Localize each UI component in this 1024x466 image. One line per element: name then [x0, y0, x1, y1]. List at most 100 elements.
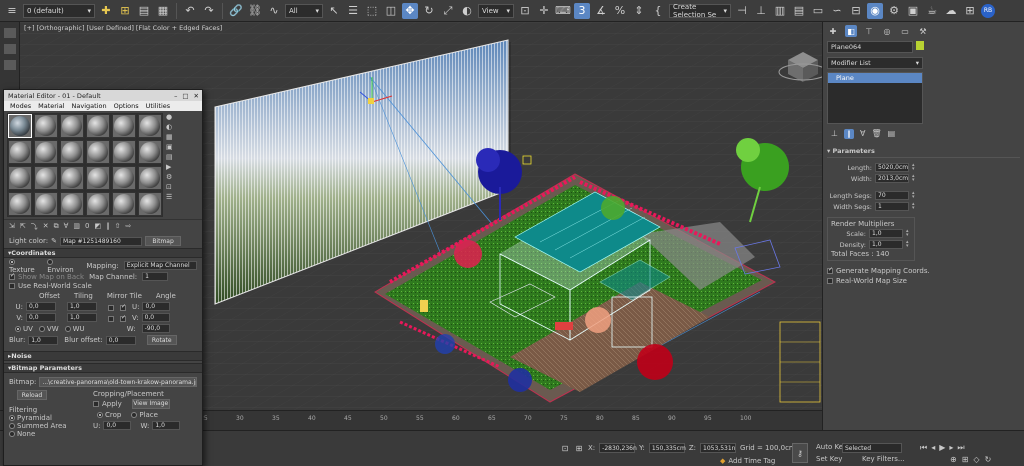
sample-slot[interactable]	[34, 192, 58, 216]
sample-slot[interactable]	[60, 192, 84, 216]
undo-icon[interactable]: ↶	[182, 3, 198, 19]
sample-slot[interactable]	[86, 192, 110, 216]
zoom-all-icon[interactable]: ⊞	[962, 455, 969, 464]
sample-slot[interactable]	[112, 166, 136, 190]
minimize-icon[interactable]: –	[174, 92, 177, 100]
bitmap-params-rollout-header[interactable]: ▾ Bitmap Parameters	[4, 363, 202, 373]
summed-area-radio[interactable]: Summed Area	[9, 422, 79, 430]
viewport-layout-icon[interactable]	[4, 60, 16, 70]
place-radio[interactable]: Place	[131, 411, 158, 419]
sample-slot[interactable]	[86, 140, 110, 164]
width-field[interactable]: 2013,0cm	[875, 174, 909, 183]
blue-shrub[interactable]	[508, 368, 532, 392]
edit-named-selection-icon[interactable]: {	[650, 3, 666, 19]
hierarchy-tab-icon[interactable]: ⊤	[863, 25, 875, 37]
backlight-icon[interactable]: ◐	[166, 123, 173, 131]
sample-slot[interactable]	[86, 166, 110, 190]
u-angle-field[interactable]: 0,0	[142, 302, 171, 311]
v-angle-field[interactable]: 0,0	[141, 313, 170, 322]
menu-navigation[interactable]: Navigation	[72, 102, 107, 110]
object-color-swatch[interactable]	[916, 41, 924, 50]
go-to-start-icon[interactable]: ⏮	[920, 443, 927, 453]
key-mode-dropdown[interactable]: Selected	[842, 443, 902, 453]
selection-filter-dropdown[interactable]: All ▾	[285, 3, 323, 18]
show-end-result-icon[interactable]: ‖	[106, 222, 110, 232]
previous-frame-icon[interactable]: ◂	[931, 443, 935, 453]
spinner-icon[interactable]: ▴ ▾	[912, 163, 917, 172]
view-image-button[interactable]: View Image	[131, 398, 170, 409]
render-setup-icon[interactable]: ⚙	[886, 3, 902, 19]
sample-slot[interactable]	[34, 140, 58, 164]
sample-slot[interactable]	[138, 192, 162, 216]
pyramidal-radio[interactable]: Pyramidal	[9, 414, 79, 422]
schematic-view-icon[interactable]: ⊟	[848, 3, 864, 19]
reload-button[interactable]: Reload	[17, 390, 47, 400]
maximize-icon[interactable]: □	[182, 92, 188, 100]
crop-w-field[interactable]: 1,0	[152, 421, 181, 430]
u-offset-field[interactable]: 0,0	[26, 302, 56, 311]
crop-radio[interactable]: Crop	[97, 411, 121, 419]
use-real-world-checkbox[interactable]: Use Real-World Scale	[9, 282, 197, 292]
sample-type-icon[interactable]: ●	[166, 113, 173, 121]
set-key-button[interactable]: Set Key	[816, 455, 842, 463]
add-time-tag-button[interactable]: Add Time Tag	[728, 457, 775, 465]
render-in-cloud-icon[interactable]: ☁	[943, 3, 959, 19]
make-preview-icon[interactable]: ▶	[166, 163, 173, 171]
environ-radio[interactable]: Environ	[47, 258, 81, 274]
video-color-check-icon[interactable]: ▤	[166, 153, 173, 161]
manipulate-icon[interactable]: ✛	[536, 3, 552, 19]
map-channel-field[interactable]: 1	[142, 272, 169, 281]
get-material-icon[interactable]: ⇲	[9, 222, 15, 232]
modifier-list-dropdown[interactable]: Modifier List ▾	[827, 57, 923, 69]
percent-snap-icon[interactable]: %	[612, 3, 628, 19]
material-navigator-icon[interactable]: ☰	[166, 193, 173, 201]
none-radio[interactable]: None	[9, 430, 79, 438]
blur-field[interactable]: 1,0	[28, 335, 59, 345]
object-name-field[interactable]: Plane064	[827, 41, 913, 53]
map-type-button[interactable]: Bitmap	[145, 236, 182, 246]
layers-icon[interactable]: ≡	[4, 3, 20, 19]
density-field[interactable]: 1,0	[869, 240, 903, 249]
select-and-scale-icon[interactable]: ⤢	[440, 3, 456, 19]
uv-tiling-icon[interactable]: ▣	[166, 143, 173, 151]
lock-selection-icon[interactable]: ⊡	[560, 443, 570, 453]
zoom-icon[interactable]: ⊕	[950, 455, 957, 464]
blue-shrub[interactable]	[435, 334, 455, 354]
mirror-icon[interactable]: ⊣	[734, 3, 750, 19]
modify-tab-icon[interactable]: ◧	[845, 25, 857, 37]
noise-rollout-header[interactable]: ▸ Noise	[4, 351, 202, 361]
sample-slot[interactable]	[60, 140, 84, 164]
select-layer-icon[interactable]: ▤	[136, 3, 152, 19]
select-and-move-icon[interactable]: ✥	[402, 2, 418, 19]
make-unique-icon[interactable]: ∀	[64, 222, 69, 232]
v-tile-checkbox[interactable]	[120, 314, 126, 322]
absolute-mode-icon[interactable]: ⊞	[574, 443, 584, 453]
select-object-icon[interactable]: ↖	[326, 3, 342, 19]
w-angle-field[interactable]: -90,0	[141, 324, 170, 333]
window-crossing-icon[interactable]: ◫	[383, 3, 399, 19]
map-name-field[interactable]: Map #1251489160	[60, 236, 143, 246]
set-key-icon[interactable]: ⚷	[792, 443, 808, 463]
menu-utilities[interactable]: Utilities	[146, 102, 170, 110]
uv-radio[interactable]: UV	[15, 325, 33, 333]
align-icon[interactable]: ⊥	[753, 3, 769, 19]
pin-stack-icon[interactable]: ⊥	[831, 129, 838, 139]
sample-slot[interactable]	[60, 114, 84, 138]
length-field[interactable]: 5020,0cm	[875, 163, 909, 172]
menu-material[interactable]: Material	[38, 102, 64, 110]
blur-offset-field[interactable]: 0,0	[105, 335, 136, 345]
sample-slot[interactable]	[8, 140, 32, 164]
toggle-ribbon-icon[interactable]: ▭	[810, 3, 826, 19]
put-to-scene-icon[interactable]: ⇱	[20, 222, 26, 232]
viewport-layout-icon[interactable]	[4, 44, 16, 54]
snaps-toggle-icon[interactable]: 3	[574, 2, 590, 19]
show-end-result-icon[interactable]: ‖	[843, 129, 854, 139]
sample-slot[interactable]	[112, 140, 136, 164]
peach-tree[interactable]	[585, 307, 611, 333]
go-to-end-icon[interactable]: ⏭	[957, 443, 964, 453]
create-tab-icon[interactable]: ✚	[827, 25, 839, 37]
select-and-place-icon[interactable]: ◐	[459, 3, 475, 19]
spinner-icon[interactable]: ▴ ▾	[912, 202, 917, 211]
sample-slot[interactable]	[8, 166, 32, 190]
key-filters-button[interactable]: Key Filters...	[862, 455, 905, 463]
